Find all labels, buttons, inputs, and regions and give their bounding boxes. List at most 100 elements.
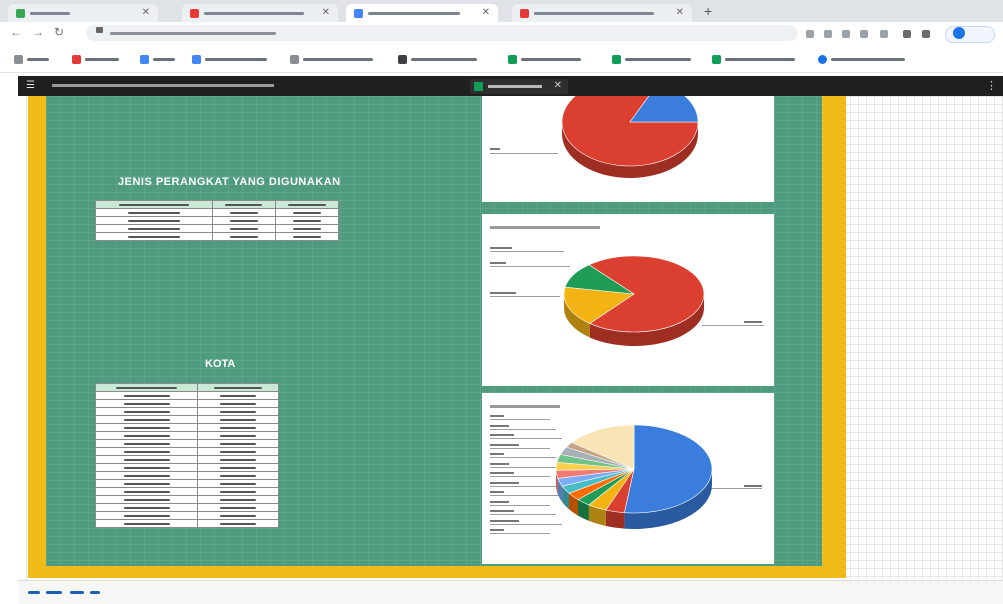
bookmark-label: [725, 58, 795, 61]
device-type-table[interactable]: [95, 200, 339, 241]
browser-tab[interactable]: ✕: [8, 4, 158, 22]
table-cell[interactable]: [96, 456, 198, 464]
table-cell[interactable]: [198, 408, 279, 416]
city-table[interactable]: [95, 383, 279, 528]
tab-close-icon[interactable]: ✕: [322, 7, 330, 18]
extension-icon[interactable]: [880, 30, 888, 38]
table-cell[interactable]: [96, 392, 198, 400]
footer-link[interactable]: [46, 591, 62, 594]
side-panel-icon[interactable]: [922, 30, 930, 38]
table-cell[interactable]: [275, 209, 338, 217]
table-cell[interactable]: [198, 464, 279, 472]
more-options-icon[interactable]: ⋮: [986, 79, 997, 92]
table-cell[interactable]: [96, 432, 198, 440]
table-header-cell[interactable]: [96, 201, 213, 209]
table-cell[interactable]: [212, 225, 275, 233]
table-cell[interactable]: [212, 209, 275, 217]
table-cell[interactable]: [198, 520, 279, 528]
table-cell[interactable]: [96, 448, 198, 456]
table-cell[interactable]: [96, 472, 198, 480]
table-cell[interactable]: [275, 217, 338, 225]
new-tab-icon[interactable]: +: [704, 3, 712, 19]
table-cell[interactable]: [96, 400, 198, 408]
chart-label: [490, 482, 519, 484]
pie-chart-2[interactable]: [552, 250, 712, 356]
back-icon[interactable]: ←: [10, 25, 22, 39]
table-cell[interactable]: [198, 488, 279, 496]
sheet-tab[interactable]: ✕: [470, 79, 568, 94]
table-cell[interactable]: [198, 416, 279, 424]
table-cell[interactable]: [198, 448, 279, 456]
close-icon[interactable]: ✕: [554, 80, 562, 91]
table-header-cell[interactable]: [96, 384, 198, 392]
extension-icon[interactable]: [860, 30, 868, 38]
footer-link[interactable]: [28, 591, 40, 594]
cell-text: [124, 451, 170, 453]
table-cell[interactable]: [96, 408, 198, 416]
table-cell[interactable]: [96, 512, 198, 520]
table-cell[interactable]: [96, 209, 213, 217]
table-header-cell[interactable]: [198, 384, 279, 392]
extension-icon[interactable]: [806, 30, 814, 38]
pie-chart-3[interactable]: [542, 419, 722, 547]
table-cell[interactable]: [96, 464, 198, 472]
chart-card-2[interactable]: [482, 214, 774, 386]
table-cell[interactable]: [96, 416, 198, 424]
table-cell[interactable]: [212, 217, 275, 225]
table-cell[interactable]: [96, 496, 198, 504]
cell-text: [220, 443, 256, 445]
table-cell[interactable]: [96, 225, 213, 233]
cell-text: [124, 427, 170, 429]
extension-icon[interactable]: [824, 30, 832, 38]
table-cell[interactable]: [198, 504, 279, 512]
spreadsheet-title[interactable]: [52, 84, 274, 87]
reload-icon[interactable]: ↻: [54, 25, 64, 39]
chart-card-3[interactable]: [482, 393, 774, 564]
pie-chart-1[interactable]: [552, 96, 712, 186]
chart-label: [490, 262, 506, 264]
browser-tab[interactable]: ✕: [182, 4, 338, 22]
chart-label: [490, 444, 519, 446]
tab-close-icon[interactable]: ✕: [676, 7, 684, 18]
table-cell[interactable]: [198, 456, 279, 464]
table-cell[interactable]: [96, 217, 213, 225]
table-cell[interactable]: [275, 225, 338, 233]
tab-favicon-icon: [190, 9, 199, 18]
table-cell[interactable]: [96, 488, 198, 496]
table-cell[interactable]: [96, 440, 198, 448]
table-cell[interactable]: [198, 480, 279, 488]
table-cell[interactable]: [96, 233, 213, 241]
table-header-cell[interactable]: [275, 201, 338, 209]
table-cell[interactable]: [198, 400, 279, 408]
cell-text: [220, 419, 256, 421]
footer-link[interactable]: [70, 591, 84, 594]
cell-text: [220, 427, 256, 429]
table-cell[interactable]: [198, 392, 279, 400]
table-cell[interactable]: [96, 520, 198, 528]
browser-tab[interactable]: ✕: [512, 4, 692, 22]
table-cell[interactable]: [198, 440, 279, 448]
table-cell[interactable]: [212, 233, 275, 241]
menu-icon[interactable]: ☰: [26, 80, 35, 91]
table-header-cell[interactable]: [212, 201, 275, 209]
table-cell[interactable]: [198, 512, 279, 520]
browser-tab-active[interactable]: ✕: [346, 4, 498, 22]
footer-link[interactable]: [90, 591, 100, 594]
table-cell[interactable]: [198, 432, 279, 440]
table-cell[interactable]: [275, 233, 338, 241]
extensions-puzzle-icon[interactable]: [903, 30, 911, 38]
table-row: [96, 392, 279, 400]
profile-avatar-icon[interactable]: [953, 27, 965, 39]
table-cell[interactable]: [96, 480, 198, 488]
table-cell[interactable]: [96, 504, 198, 512]
tab-close-icon[interactable]: ✕: [142, 7, 150, 18]
table-cell[interactable]: [96, 424, 198, 432]
bookmark-page-icon: [818, 55, 827, 64]
chart-card-1[interactable]: [482, 96, 774, 202]
extension-icon[interactable]: [842, 30, 850, 38]
table-cell[interactable]: [198, 496, 279, 504]
table-cell[interactable]: [198, 424, 279, 432]
table-cell[interactable]: [198, 472, 279, 480]
tab-close-icon[interactable]: ✕: [482, 7, 490, 18]
forward-icon[interactable]: →: [32, 25, 44, 39]
